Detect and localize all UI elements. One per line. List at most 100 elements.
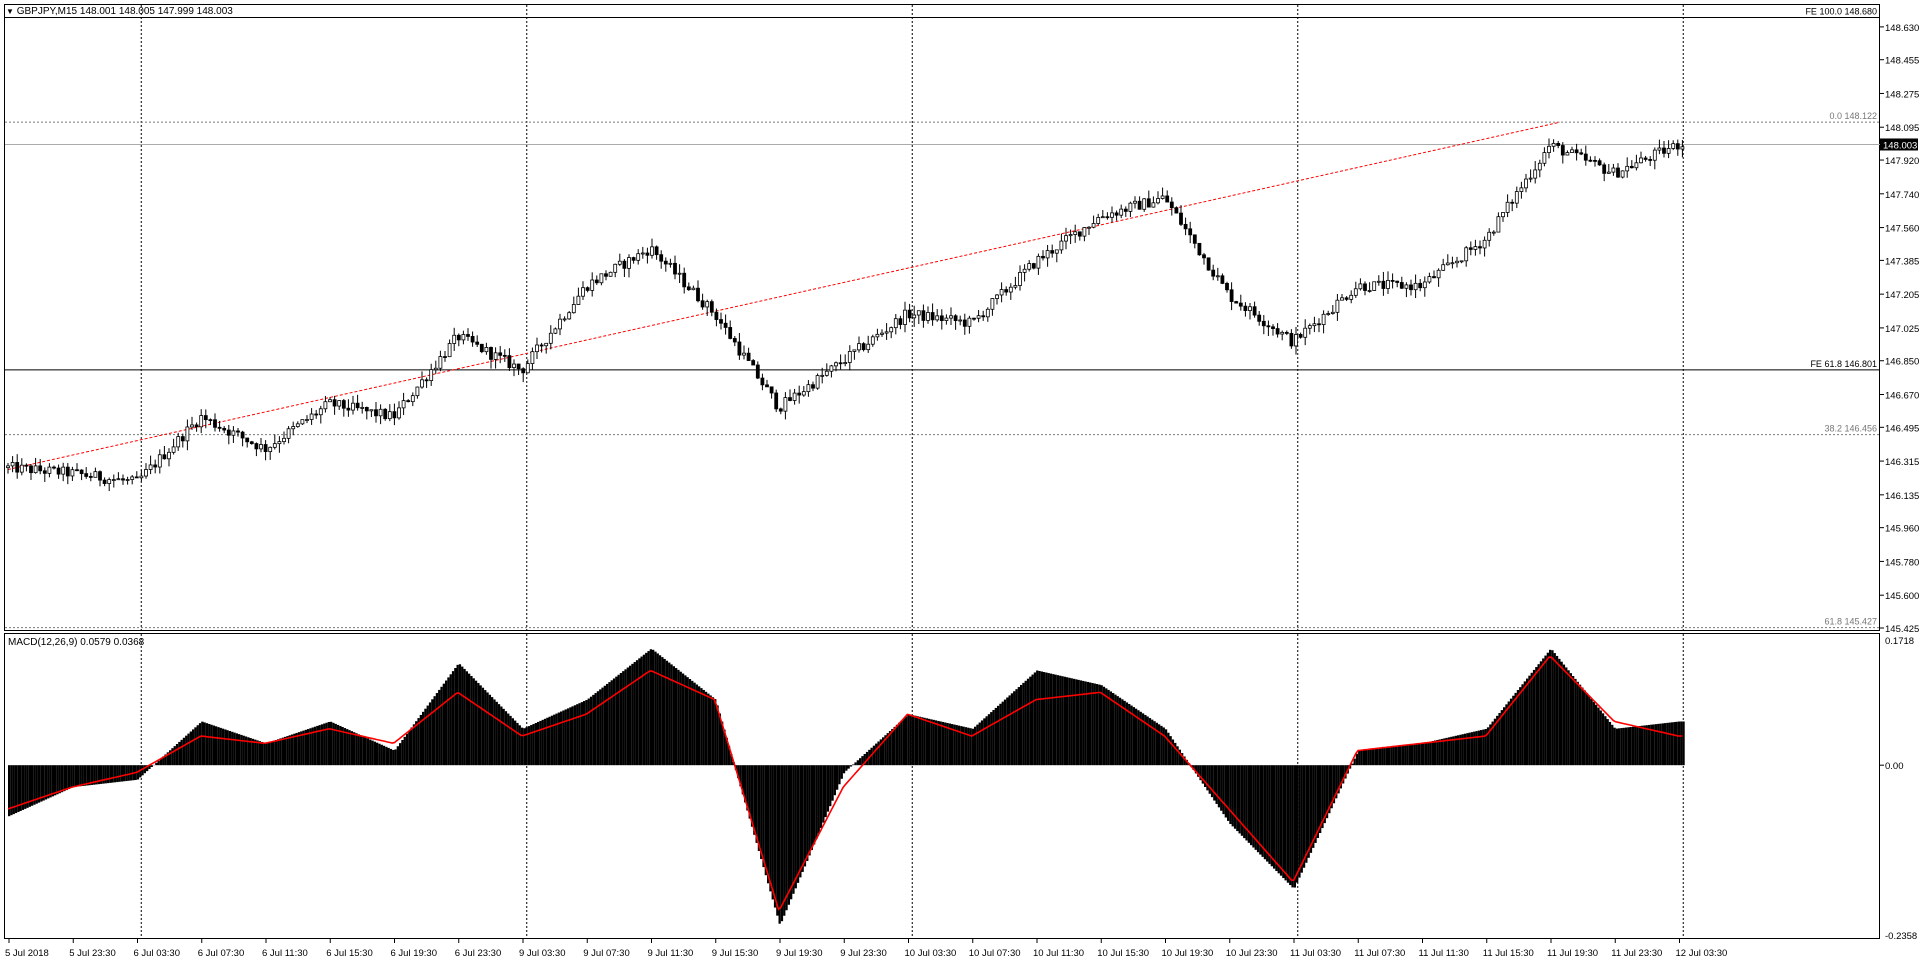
macd-bar xyxy=(1420,743,1422,765)
macd-bar xyxy=(684,675,686,765)
macd-bar xyxy=(1262,765,1264,857)
macd-bar xyxy=(806,765,808,861)
macd-bar xyxy=(572,706,574,765)
candle-body xyxy=(117,479,120,480)
macd-bar xyxy=(401,740,403,765)
macd-bar xyxy=(1080,680,1082,765)
candle-body xyxy=(1318,324,1321,325)
macd-bar xyxy=(850,765,852,766)
macd-bar xyxy=(38,765,40,802)
candle-body xyxy=(807,385,810,392)
candle-body xyxy=(126,480,129,481)
macd-bar xyxy=(496,702,498,765)
macd-bar xyxy=(1482,730,1484,766)
candle-body xyxy=(1189,229,1192,235)
candle-body xyxy=(651,247,654,255)
candle-body xyxy=(1285,332,1288,333)
candle-body xyxy=(237,431,240,432)
macd-bar xyxy=(576,704,578,765)
macd-bar xyxy=(933,720,935,765)
macd-bar xyxy=(1538,664,1540,765)
macd-bar xyxy=(49,765,51,797)
macd-bar xyxy=(1524,681,1526,765)
time-axis-label: 10 Jul 19:30 xyxy=(1162,948,1214,959)
candle-body xyxy=(122,479,125,480)
macd-bar xyxy=(1441,739,1443,765)
macd-bar xyxy=(843,765,845,773)
candle-body xyxy=(20,465,23,472)
symbol-header[interactable]: ▼ GBPJPY,M15 148.001 148.005 147.999 148… xyxy=(6,6,233,17)
macd-bar xyxy=(811,765,813,850)
macd-bar xyxy=(75,765,77,787)
candle-body xyxy=(1442,265,1445,271)
candle-body xyxy=(467,334,470,336)
chart-canvas[interactable]: FE 100.0 148.6800.0 148.122FE 61.8 146.8… xyxy=(0,0,1920,967)
candle-body xyxy=(260,445,263,449)
macd-bar xyxy=(388,748,390,765)
candle-body xyxy=(1653,150,1656,160)
candle-body xyxy=(135,477,138,478)
macd-bar xyxy=(463,669,465,765)
candle-body xyxy=(108,480,111,484)
macd-bar xyxy=(1360,750,1362,765)
candle-body xyxy=(365,407,368,410)
candle-body xyxy=(1534,170,1537,178)
macd-bar xyxy=(1089,682,1091,765)
candle-body xyxy=(163,455,166,459)
macd-bar xyxy=(760,765,762,859)
macd-bar xyxy=(1616,729,1618,766)
macd-bar xyxy=(344,728,346,765)
candle-body xyxy=(444,357,447,358)
macd-bar xyxy=(912,715,914,765)
macd-bar xyxy=(268,742,270,765)
price-axis-label: 146.135 xyxy=(1885,491,1919,502)
macd-bar xyxy=(792,765,794,894)
candle-body xyxy=(572,304,575,312)
macd-bar xyxy=(1048,673,1050,765)
candle-body xyxy=(1129,203,1132,211)
time-axis-label: 11 Jul 23:30 xyxy=(1611,948,1662,959)
macd-bar xyxy=(473,678,475,765)
candle-body xyxy=(825,371,828,375)
macd-bar xyxy=(1669,723,1671,766)
candle-body xyxy=(66,467,69,476)
macd-bar xyxy=(535,723,537,765)
candle-body xyxy=(30,466,33,473)
candle-body xyxy=(131,477,134,480)
macd-bar xyxy=(155,763,157,765)
candle-body xyxy=(687,287,690,290)
macd-bar xyxy=(1255,765,1257,850)
candle-body xyxy=(678,273,681,274)
macd-bar xyxy=(585,700,587,765)
candle-body xyxy=(1575,150,1578,153)
macd-bar xyxy=(1020,685,1022,765)
candle-body xyxy=(494,353,497,360)
candle-body xyxy=(25,465,28,466)
candle-body xyxy=(1078,232,1081,236)
candle-body xyxy=(835,363,838,366)
candle-body xyxy=(1465,248,1468,261)
fib-level-label: 0.0 148.122 xyxy=(1829,111,1877,121)
triangle-down-icon[interactable]: ▼ xyxy=(6,7,14,16)
candle-body xyxy=(1607,172,1610,173)
candle-body xyxy=(1391,280,1394,281)
candle-body xyxy=(80,470,83,474)
candle-body xyxy=(1479,247,1482,248)
candle-body xyxy=(407,401,410,402)
macd-bar xyxy=(256,740,258,765)
candle-body xyxy=(641,253,644,254)
macd-bar xyxy=(461,667,463,766)
macd-bar xyxy=(415,721,417,765)
candle-body xyxy=(379,409,382,416)
macd-bar xyxy=(445,681,447,766)
macd-bar xyxy=(1602,713,1604,765)
time-axis-label: 5 Jul 2018 xyxy=(5,948,49,959)
candle-body xyxy=(48,467,51,473)
macd-bar xyxy=(1045,673,1047,766)
candle-body xyxy=(1433,277,1436,278)
macd-bar xyxy=(279,738,281,765)
macd-bar xyxy=(1034,672,1036,765)
macd-bar xyxy=(82,765,84,786)
macd-bar xyxy=(930,719,932,765)
chart-window[interactable]: FE 100.0 148.6800.0 148.122FE 61.8 146.8… xyxy=(0,0,1920,967)
